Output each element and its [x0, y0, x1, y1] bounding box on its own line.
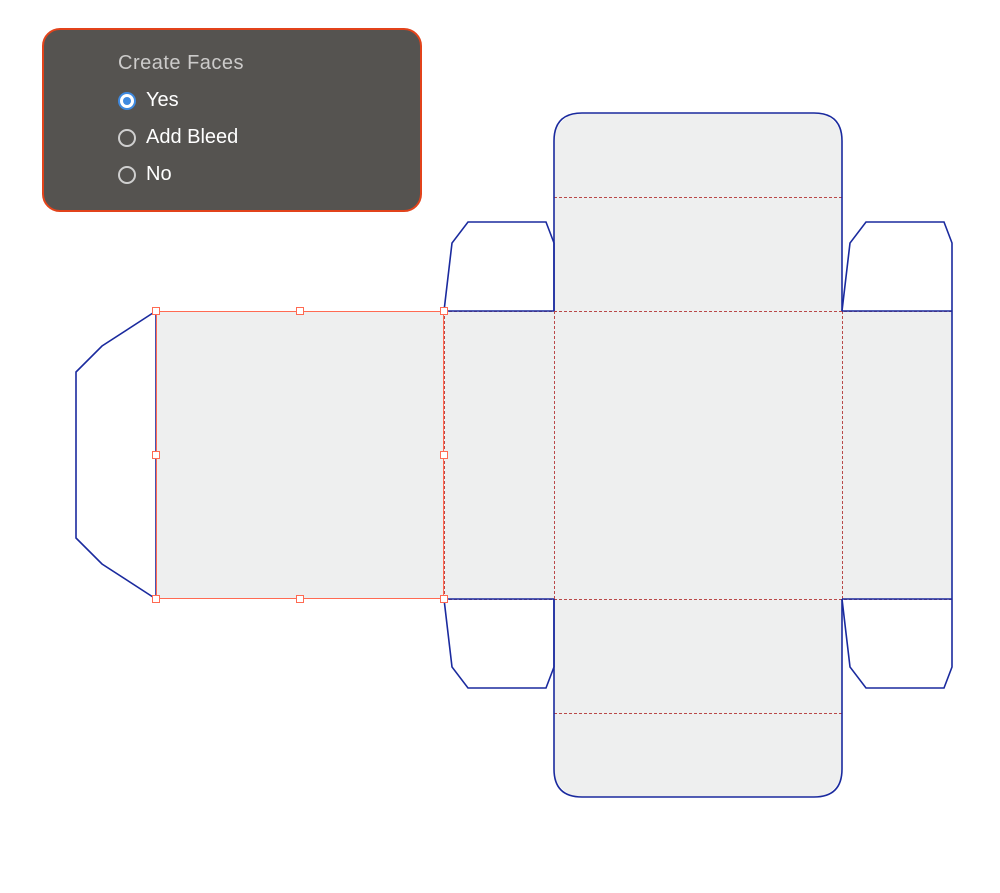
radio-option-no[interactable]: No [118, 163, 392, 186]
fold-line [554, 713, 842, 714]
radio-icon [118, 166, 136, 184]
fold-line [444, 311, 952, 312]
fold-line [444, 311, 445, 599]
face-left [156, 311, 444, 599]
selection-handle-ne[interactable] [440, 307, 448, 315]
radio-option-yes[interactable]: Yes [118, 89, 392, 112]
face-lid [554, 113, 842, 311]
radio-label: No [146, 163, 172, 186]
create-faces-panel: Create Faces Yes Add Bleed No [42, 28, 422, 212]
selection-handle-w[interactable] [152, 451, 160, 459]
fold-line [554, 311, 555, 599]
selection-handle-sw[interactable] [152, 595, 160, 603]
radio-label: Add Bleed [146, 126, 238, 149]
selection-handle-se[interactable] [440, 595, 448, 603]
fold-line [554, 197, 842, 198]
radio-label: Yes [146, 89, 179, 112]
face-bottomlid [554, 599, 842, 797]
radio-icon [118, 92, 136, 110]
selection-handle-n[interactable] [296, 307, 304, 315]
radio-option-add-bleed[interactable]: Add Bleed [118, 126, 392, 149]
face-back [842, 311, 952, 599]
radio-icon [118, 129, 136, 147]
selection-handle-s[interactable] [296, 595, 304, 603]
panel-title: Create Faces [118, 52, 392, 75]
fold-line [444, 599, 952, 600]
selection-handle-e[interactable] [440, 451, 448, 459]
selection-handle-nw[interactable] [152, 307, 160, 315]
selection-bounding-box[interactable] [156, 311, 444, 599]
face-front [444, 311, 554, 599]
fold-line [842, 311, 843, 599]
face-top [554, 311, 842, 599]
